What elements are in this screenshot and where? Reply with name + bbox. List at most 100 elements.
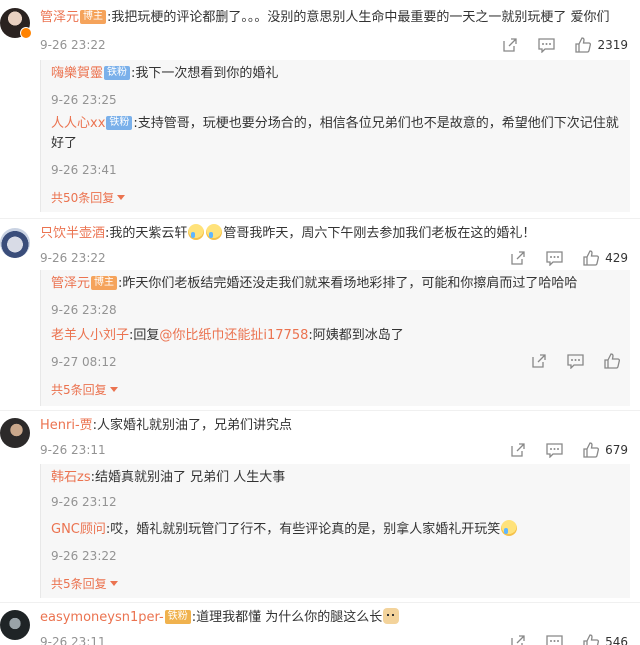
share-icon (503, 38, 518, 52)
reply-time: 9-26 23:22 (51, 549, 117, 563)
comment-text: :我把玩梗的评论都删了。。。没别的意思别人生命中最重要的一天之一就别玩梗了 爱你… (107, 10, 610, 25)
comment-icon (538, 37, 556, 53)
reply-time: 9-26 23:25 (51, 93, 117, 107)
comment-time: 9-26 23:11 (40, 443, 106, 457)
reply-text-2: :阿姨都到冰岛了 (308, 328, 404, 343)
reply-text: :哎，婚礼就别玩管门了行不，有些评论真的是，别拿人家婚礼开玩笑 (105, 522, 501, 537)
like-icon (583, 250, 600, 266)
comment-icon (567, 353, 584, 369)
comment-text: :我的天紫云轩 (105, 226, 188, 241)
more-replies-label: 共5条回复 (51, 383, 107, 397)
comment-button[interactable] (546, 634, 563, 645)
comment-button[interactable] (546, 250, 563, 266)
reply-text: :回复 (129, 328, 160, 343)
comment-username[interactable]: 管泽元 (40, 10, 79, 25)
v-verified-icon (20, 27, 32, 39)
reply-time: 9-26 23:41 (51, 163, 117, 177)
comment-actions: 2319 (482, 36, 628, 54)
cry-emoji-icon (206, 224, 223, 240)
chevron-down-icon (109, 387, 118, 392)
like-icon (583, 634, 600, 645)
reply-username[interactable]: GNC顾问 (51, 522, 106, 537)
like-button[interactable]: 2319 (575, 37, 628, 53)
reply-username[interactable]: 韩石zs (51, 470, 91, 485)
reply-time: 9-27 08:12 (51, 355, 117, 369)
avatar[interactable] (0, 418, 30, 448)
like-count: 546 (605, 635, 628, 645)
comment-actions: 679 (490, 441, 628, 459)
reply-text: :我下一次想看到你的婚礼 (131, 66, 279, 81)
more-replies-link[interactable]: 共5条回复 (51, 382, 118, 398)
reply-username[interactable]: 管泽元 (51, 276, 90, 291)
reply-time: 9-26 23:12 (51, 495, 117, 509)
cry-emoji-icon (188, 224, 205, 240)
comment-text: :人家婚礼就别油了，兄弟们讲究点 (92, 418, 293, 433)
share-icon (511, 443, 525, 457)
fan-badge: 铁粉 (164, 610, 191, 624)
share-icon (511, 251, 525, 265)
avatar[interactable] (0, 610, 30, 640)
share-icon (532, 354, 546, 368)
more-replies-link[interactable]: 共5条回复 (51, 576, 118, 592)
like-icon (575, 37, 592, 53)
comment-icon (546, 634, 563, 645)
like-count: 679 (605, 443, 628, 457)
reply-list: 管泽元 博主:昨天你们老板结完婚还没走我们就来看场地彩排了，可能和你擦肩而过了哈哈… (40, 270, 630, 406)
comment-time: 9-26 23:22 (40, 251, 106, 265)
like-count: 429 (605, 251, 628, 265)
reply-username[interactable]: 人人心xx (51, 116, 105, 131)
comment-text: :道理我都懂 为什么你的腿这么长 (191, 610, 383, 625)
comment-button[interactable] (567, 353, 584, 369)
chevron-down-icon (109, 581, 118, 586)
more-replies-label: 共50条回复 (51, 191, 115, 205)
divider (0, 602, 640, 603)
reply-text: :结婚真就别油了 兄弟们 人生大事 (90, 470, 286, 485)
dog-emoji-icon (383, 608, 400, 624)
comment-actions: 429 (490, 249, 628, 267)
reply-list: 嗨樂賀靈 铁粉:我下一次想看到你的婚礼 9-26 23:25 人人心xx 铁粉:支持… (40, 60, 630, 212)
divider (0, 218, 640, 219)
comment-username[interactable]: easymoneysn1per- (40, 610, 164, 625)
more-replies-label: 共5条回复 (51, 577, 107, 591)
mention-link[interactable]: @你比纸巾还能扯i17758 (159, 328, 308, 343)
reply-text: :支持管哥，玩梗也要分场合的，相信各位兄弟们也不是故意的，希望他们下次记住就好了 (51, 116, 619, 151)
comment-time: 9-26 23:11 (40, 635, 106, 645)
fan-badge: 铁粉 (106, 116, 133, 130)
like-icon (604, 353, 620, 369)
chevron-down-icon (117, 195, 126, 200)
reply-username[interactable]: 嗨樂賀靈 (51, 66, 103, 81)
share-button[interactable] (510, 442, 526, 458)
divider (0, 410, 640, 411)
comment-username[interactable]: 只饮半壶酒 (40, 226, 105, 241)
blogger-badge: 博主 (91, 276, 118, 290)
comment-button[interactable] (538, 37, 556, 53)
like-button[interactable] (604, 353, 620, 369)
share-button[interactable] (502, 37, 518, 53)
like-count: 2319 (597, 38, 628, 52)
reply-time: 9-26 23:28 (51, 303, 117, 317)
blogger-badge: 博主 (80, 10, 107, 24)
avatar[interactable] (0, 228, 30, 258)
comment-text-2: 管哥我昨天，周六下午刚去参加我们老板在这的婚礼！ (223, 226, 536, 241)
comment-icon (546, 250, 563, 266)
like-icon (583, 442, 600, 458)
reply-list: 韩石zs:结婚真就别油了 兄弟们 人生大事 9-26 23:12 GNC顾问:哎… (40, 464, 630, 598)
fan-badge: 铁粉 (104, 66, 131, 80)
reply-text: :昨天你们老板结完婚还没走我们就来看场地彩排了，可能和你擦肩而过了哈哈哈 (118, 276, 578, 291)
like-button[interactable]: 546 (583, 634, 628, 645)
like-button[interactable]: 679 (583, 442, 628, 458)
comment-button[interactable] (546, 442, 563, 458)
cry-emoji-icon (501, 520, 518, 536)
like-button[interactable]: 429 (583, 250, 628, 266)
share-icon (511, 635, 525, 645)
comment-icon (546, 442, 563, 458)
reply-username[interactable]: 老羊人小刘子 (51, 328, 129, 343)
share-button[interactable] (510, 250, 526, 266)
share-button[interactable] (510, 634, 526, 645)
comment-username[interactable]: Henri-贾 (40, 418, 93, 433)
comment-time: 9-26 23:22 (40, 38, 106, 52)
share-button[interactable] (531, 353, 547, 369)
reply-actions (511, 352, 620, 370)
more-replies-link[interactable]: 共50条回复 (51, 190, 126, 206)
comment-actions: 546 (490, 633, 628, 645)
